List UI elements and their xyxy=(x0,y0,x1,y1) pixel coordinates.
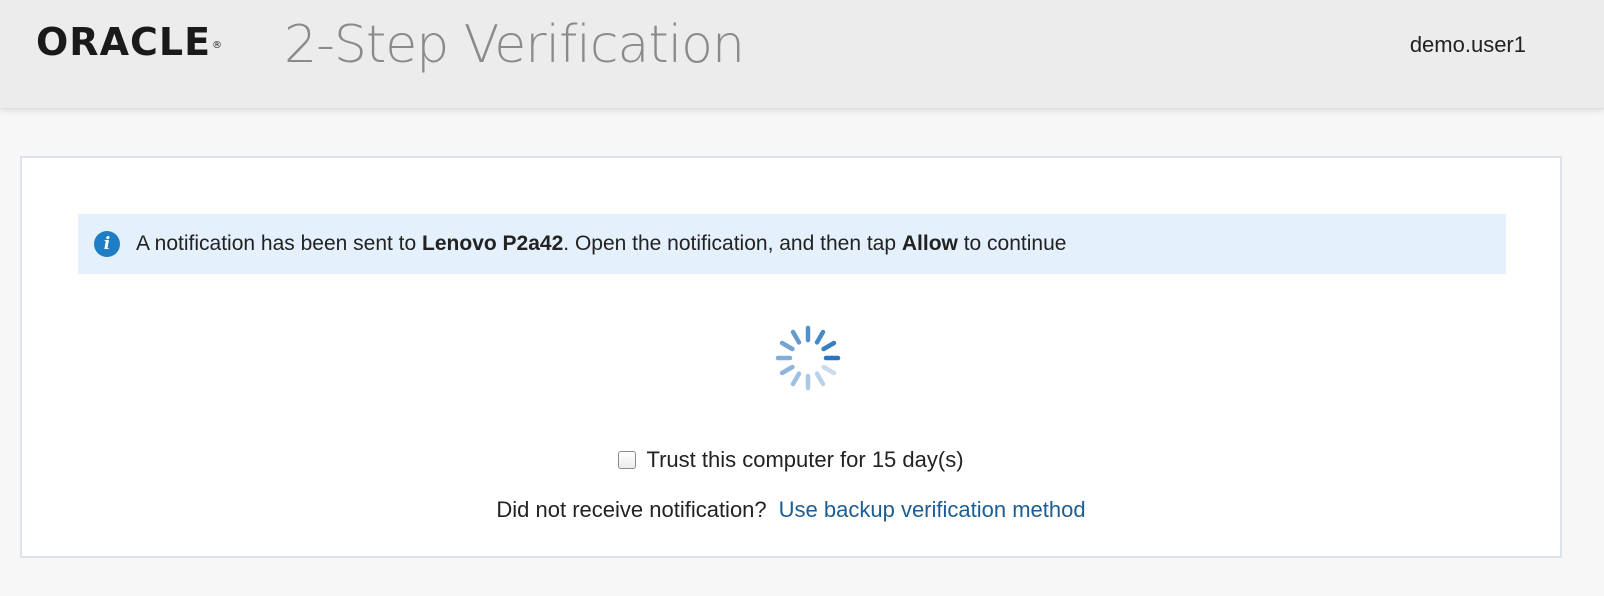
oracle-logo: ORACLE® xyxy=(36,20,224,64)
spinner-tick xyxy=(821,340,837,352)
verification-card: i A notification has been sent to Lenovo… xyxy=(20,156,1562,558)
user-name[interactable]: demo.user1 xyxy=(1410,30,1526,60)
backup-prompt: Did not receive notification? xyxy=(496,497,767,522)
trust-computer-label[interactable]: Trust this computer for 15 day(s) xyxy=(646,447,963,473)
allow-keyword: Allow xyxy=(901,232,958,255)
app-header: ORACLE® 2-Step Verification demo.user1 xyxy=(0,0,1604,109)
spinner-tick xyxy=(821,364,837,376)
backup-method-row: Did not receive notification? Use backup … xyxy=(22,497,1560,523)
spinner-tick xyxy=(790,329,802,345)
trust-computer-row: Trust this computer for 15 day(s) xyxy=(22,447,1560,473)
spinner-tick xyxy=(814,371,826,387)
spinner-tick xyxy=(779,364,795,376)
page-title: 2-Step Verification xyxy=(284,15,745,75)
device-name: Lenovo P2a42 xyxy=(422,232,564,255)
spinner-tick xyxy=(814,329,826,345)
loading-spinner-icon xyxy=(775,325,841,391)
notification-banner: i A notification has been sent to Lenovo… xyxy=(78,214,1506,274)
notification-message: A notification has been sent to Lenovo P… xyxy=(136,232,1067,255)
backup-verification-link[interactable]: Use backup verification method xyxy=(779,497,1086,522)
info-icon: i xyxy=(94,231,120,257)
trust-computer-checkbox[interactable] xyxy=(618,451,637,469)
spinner-tick xyxy=(790,371,802,387)
spinner-tick xyxy=(779,340,795,352)
